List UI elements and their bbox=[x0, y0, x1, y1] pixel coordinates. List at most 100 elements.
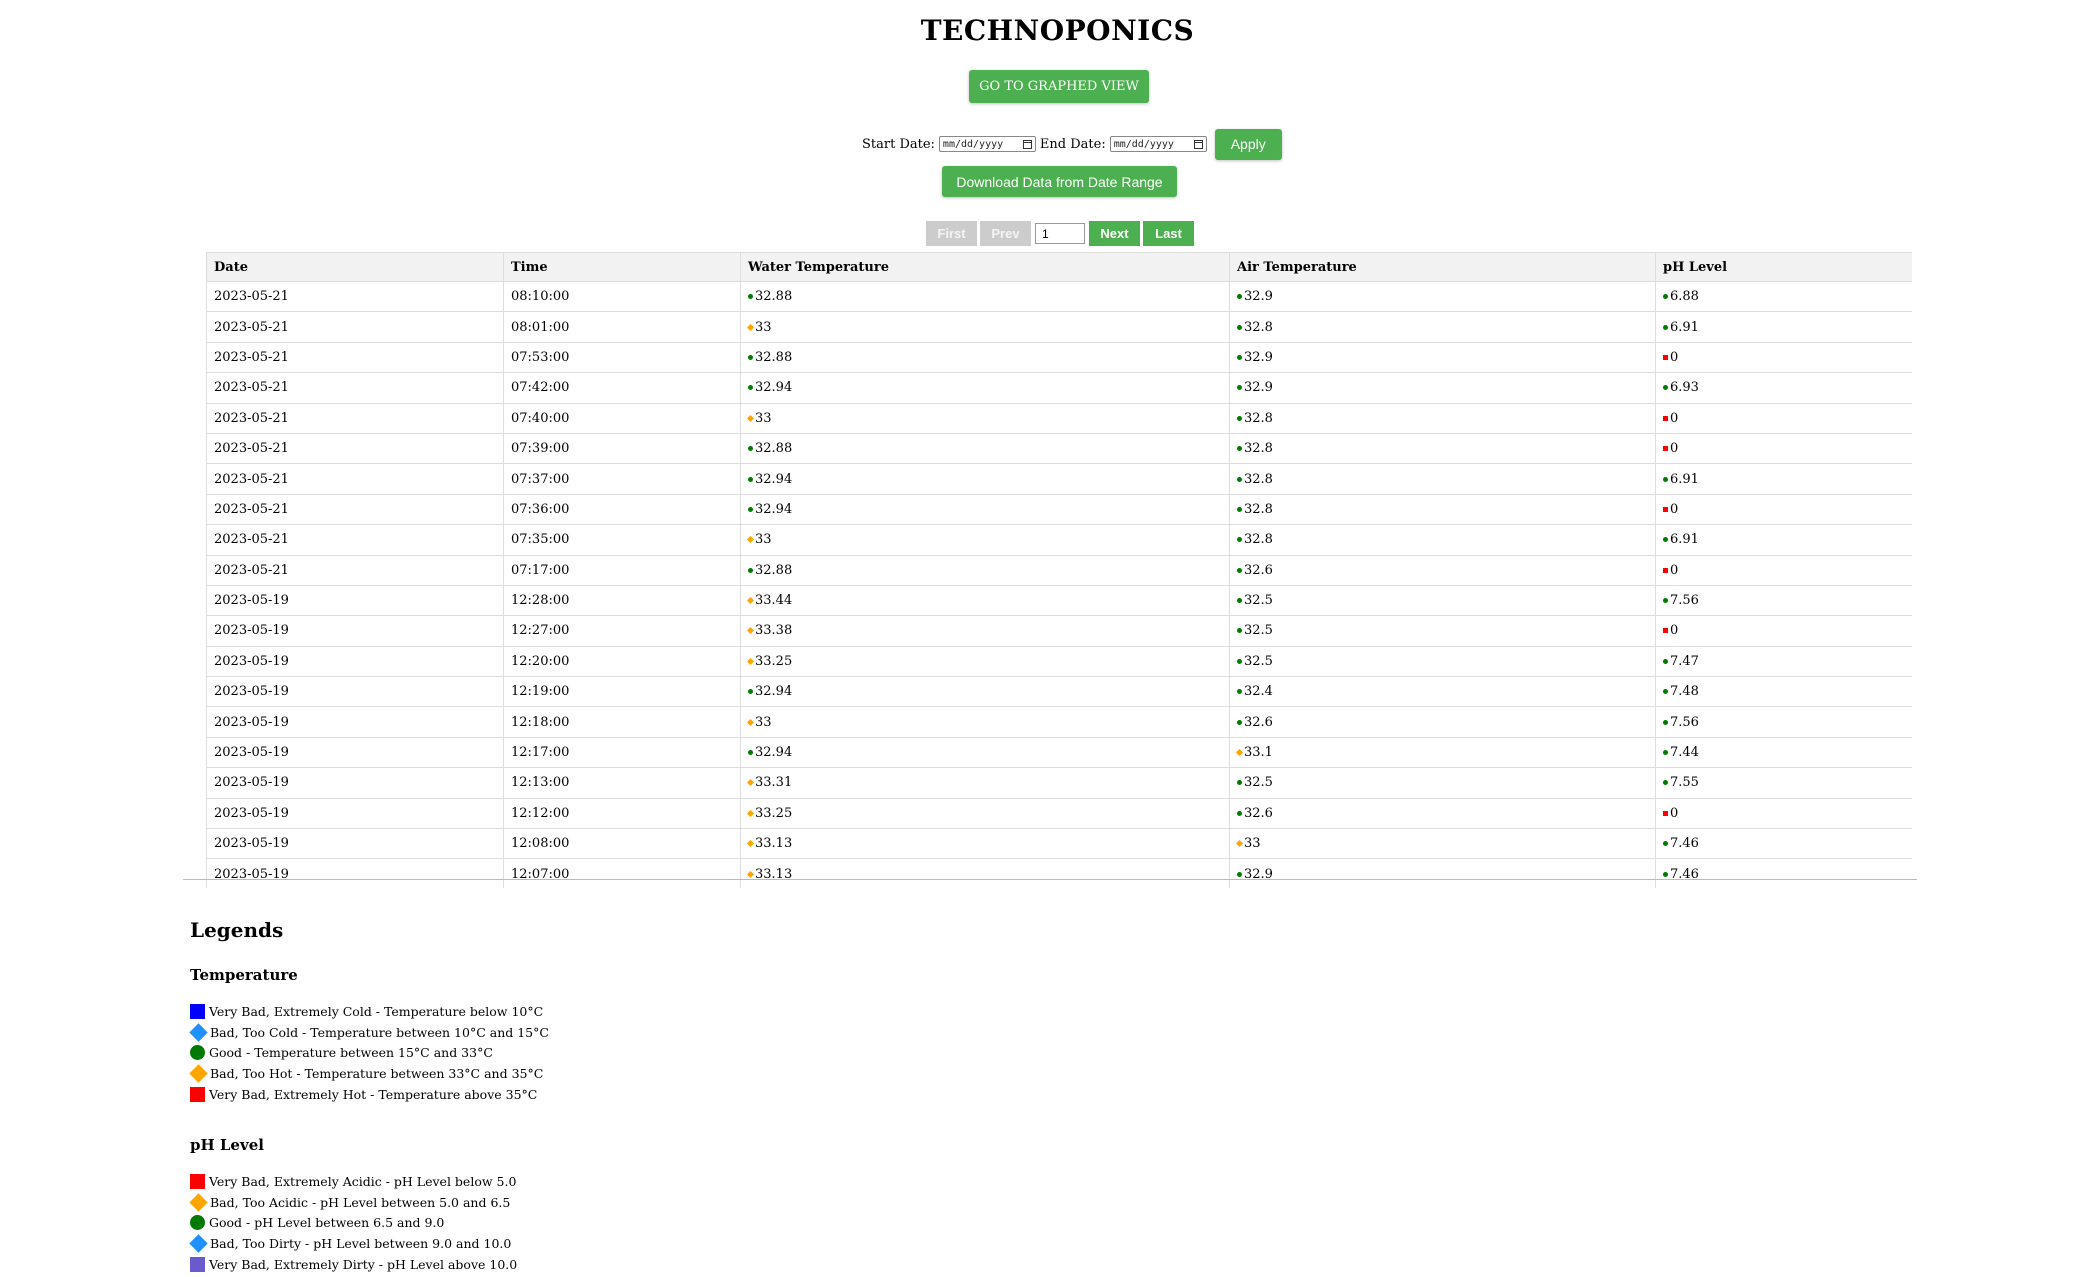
legend-label: Very Bad, Extremely Cold - Temperature b… bbox=[209, 1003, 544, 1019]
pagination: First Prev Next Last bbox=[926, 221, 1194, 246]
column-header-date[interactable]: Date bbox=[206, 252, 504, 282]
status-square-icon bbox=[1663, 446, 1668, 452]
cell-value: 12:20:00 bbox=[511, 653, 570, 669]
legend-square-icon bbox=[190, 1173, 205, 1189]
time-cell: 07:40:00 bbox=[503, 402, 741, 434]
status-square-icon bbox=[1663, 415, 1668, 421]
time-cell: 12:07:00 bbox=[503, 858, 741, 888]
status-circle-icon bbox=[1663, 324, 1668, 330]
cell-value: 07:17:00 bbox=[511, 562, 570, 578]
table-row: 2023-05-19 12:18:00 33 32.6 7.56 bbox=[206, 706, 1912, 738]
time-cell: 07:53:00 bbox=[503, 341, 741, 374]
column-header-time[interactable]: Time bbox=[503, 252, 741, 282]
time-cell: 12:28:00 bbox=[503, 584, 741, 617]
table-row: 2023-05-19 12:07:00 33.13 32.9 7.46 bbox=[206, 858, 1912, 888]
prev-page-button[interactable]: Prev bbox=[980, 221, 1031, 246]
cell-value: 33 bbox=[755, 714, 772, 730]
table-row: 2023-05-19 12:08:00 33.13 33 7.46 bbox=[206, 828, 1912, 860]
apply-button[interactable]: Apply bbox=[1214, 128, 1282, 160]
end-date-placeholder: mm/dd/yyyy bbox=[1113, 138, 1174, 150]
table-row: 2023-05-21 07:53:00 32.88 32.9 0 bbox=[206, 341, 1912, 374]
cell-value: 2023-05-21 bbox=[214, 380, 289, 396]
table-row: 2023-05-21 07:36:00 32.94 32.8 0 bbox=[206, 493, 1912, 526]
cell-value: 32.88 bbox=[755, 289, 793, 305]
time-cell: 08:01:00 bbox=[503, 311, 741, 343]
date-cell: 2023-05-19 bbox=[206, 858, 504, 888]
page-title: TECHNOPONICS bbox=[920, 14, 1195, 47]
cell-value: 32.4 bbox=[1244, 684, 1273, 700]
end-date-label: End Date: bbox=[1039, 136, 1106, 152]
calendar-icon[interactable] bbox=[1022, 139, 1032, 149]
cell-value: 2023-05-21 bbox=[214, 532, 289, 548]
column-header-air-temperature[interactable]: Air Temperature bbox=[1229, 252, 1656, 282]
air-temperature-cell: 32.9 bbox=[1229, 280, 1656, 313]
date-filter: Start Date: mm/dd/yyyy End Date: mm/dd/y… bbox=[862, 128, 1282, 160]
air-temperature-cell: 32.9 bbox=[1229, 341, 1656, 374]
ph-level-cell: 7.48 bbox=[1655, 676, 1912, 708]
table-row: 2023-05-19 12:19:00 32.94 32.4 7.48 bbox=[206, 676, 1912, 708]
ph-level-cell: 0 bbox=[1655, 341, 1912, 374]
cell-value: 33.1 bbox=[1244, 745, 1273, 761]
cell-value: 32.94 bbox=[755, 380, 793, 396]
table-row: 2023-05-19 12:27:00 33.38 32.5 0 bbox=[206, 615, 1912, 647]
status-circle-icon bbox=[1237, 658, 1242, 664]
date-cell: 2023-05-19 bbox=[206, 615, 504, 647]
cell-value: 33 bbox=[1244, 836, 1261, 852]
status-circle-icon bbox=[1237, 719, 1242, 725]
first-page-button[interactable]: First bbox=[926, 221, 977, 246]
end-date-input[interactable]: mm/dd/yyyy bbox=[1109, 136, 1207, 152]
date-cell: 2023-05-21 bbox=[206, 311, 504, 343]
ph-level-cell: 7.47 bbox=[1655, 645, 1912, 678]
status-circle-icon bbox=[1237, 537, 1242, 543]
cell-value: 12:17:00 bbox=[511, 745, 570, 761]
last-page-button[interactable]: Last bbox=[1143, 221, 1194, 246]
legend-item: Bad, Too Dirty - pH Level between 9.0 an… bbox=[189, 1233, 517, 1254]
cell-value: 2023-05-19 bbox=[214, 836, 289, 852]
status-circle-icon bbox=[1237, 628, 1242, 634]
date-cell: 2023-05-19 bbox=[206, 767, 504, 799]
cell-value: 32.6 bbox=[1244, 562, 1273, 578]
start-date-input[interactable]: mm/dd/yyyy bbox=[938, 136, 1036, 152]
cell-value: 33.44 bbox=[755, 593, 793, 609]
readings-table-container[interactable]: Date Time Water Temperature Air Temperat… bbox=[206, 252, 1912, 888]
next-page-button[interactable]: Next bbox=[1089, 221, 1140, 246]
cell-value: 33.25 bbox=[755, 805, 793, 821]
cell-value: 32.88 bbox=[755, 441, 793, 457]
status-diamond-icon bbox=[746, 323, 755, 331]
column-header-water-temperature[interactable]: Water Temperature bbox=[740, 252, 1230, 282]
cell-value: 2023-05-21 bbox=[214, 441, 289, 457]
air-temperature-cell: 32.9 bbox=[1229, 372, 1656, 404]
status-circle-icon bbox=[748, 446, 753, 452]
cell-value: 33.25 bbox=[755, 653, 793, 669]
ph-level-cell: 7.56 bbox=[1655, 706, 1912, 738]
calendar-icon[interactable] bbox=[1193, 139, 1203, 149]
legend-label: Bad, Too Dirty - pH Level between 9.0 an… bbox=[210, 1236, 512, 1252]
status-diamond-icon bbox=[746, 779, 755, 787]
air-temperature-cell: 32.5 bbox=[1229, 645, 1656, 678]
status-circle-icon bbox=[748, 385, 753, 391]
legend-item: Very Bad, Extremely Acidic - pH Level be… bbox=[190, 1171, 517, 1192]
status-circle-icon bbox=[1237, 567, 1242, 573]
page-number-input[interactable] bbox=[1035, 223, 1085, 244]
status-circle-icon bbox=[1237, 810, 1242, 816]
time-cell: 07:17:00 bbox=[503, 554, 741, 586]
cell-value: 32.5 bbox=[1244, 653, 1273, 669]
ph-level-cell: 0 bbox=[1655, 432, 1912, 465]
time-cell: 07:35:00 bbox=[503, 524, 741, 556]
status-diamond-icon bbox=[746, 809, 755, 817]
status-circle-icon bbox=[748, 567, 753, 573]
graphed-view-button[interactable]: GO TO GRAPHED VIEW bbox=[969, 70, 1149, 103]
download-button[interactable]: Download Data from Date Range bbox=[942, 166, 1177, 197]
legend-label: Very Bad, Extremely Acidic - pH Level be… bbox=[209, 1173, 517, 1189]
status-square-icon bbox=[1663, 810, 1668, 816]
legend-label: Very Bad, Extremely Hot - Temperature ab… bbox=[209, 1087, 538, 1103]
ph-legend-list: Very Bad, Extremely Acidic - pH Level be… bbox=[189, 1171, 517, 1275]
cell-value: 0 bbox=[1670, 441, 1679, 457]
air-temperature-cell: 32.8 bbox=[1229, 402, 1656, 434]
column-header-ph-level[interactable]: pH Level bbox=[1655, 252, 1912, 282]
start-date-placeholder: mm/dd/yyyy bbox=[942, 138, 1004, 150]
date-cell: 2023-05-19 bbox=[206, 828, 504, 860]
cell-value: 32.88 bbox=[755, 349, 793, 365]
date-cell: 2023-05-19 bbox=[206, 736, 504, 769]
cell-value: 2023-05-19 bbox=[214, 653, 289, 669]
